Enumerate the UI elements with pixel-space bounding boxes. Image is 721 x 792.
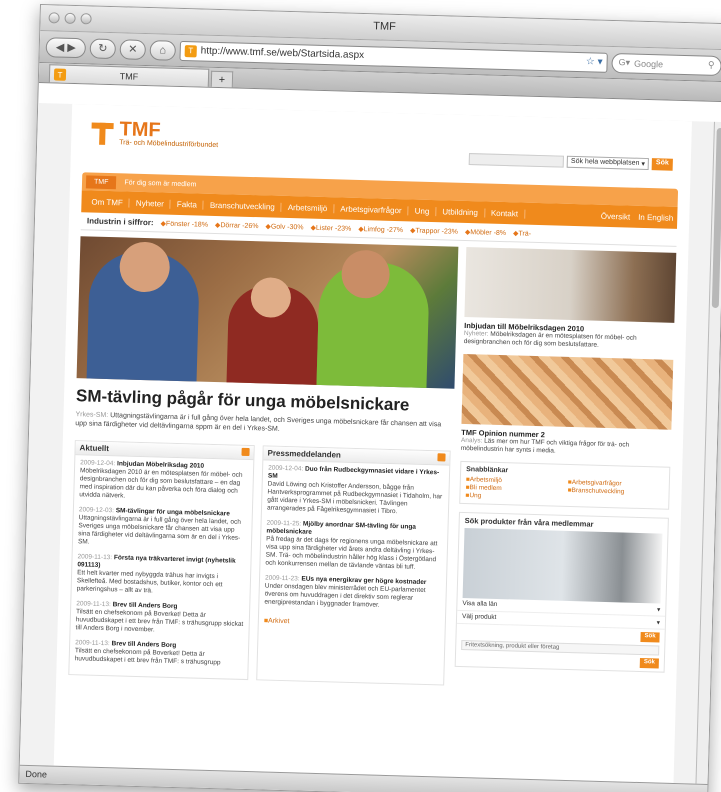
web-search-placeholder: Google (633, 58, 664, 69)
reload-icon[interactable]: ↻ (89, 37, 117, 59)
scrollbar-thumb[interactable] (711, 127, 721, 309)
rss-icon[interactable] (437, 453, 446, 462)
back-forward-buttons[interactable]: ◀ ▶ (45, 36, 87, 58)
stat-item[interactable]: Trappor -23% (410, 226, 458, 235)
nav-utbildning[interactable]: Utbildning (436, 206, 486, 218)
side-image[interactable] (464, 247, 677, 323)
browser-window: TMF ◀ ▶ ↻ ✕ ⌂ T http://www.tmf.se/web/St… (18, 4, 721, 792)
site-search-button[interactable]: Sök (651, 158, 673, 171)
nav-om-tmf[interactable]: Om TMF (85, 196, 131, 208)
bookmark-star-icon[interactable]: ☆ ▾ (586, 56, 603, 67)
quicklinks-box: Snabblänkar Arbetsmiljö Arbetsgivarfrågo… (459, 460, 671, 510)
stop-icon[interactable]: ✕ (119, 38, 147, 60)
list-item: 2009-11-23: EUs nya energikrav ger högre… (264, 574, 427, 609)
rss-icon[interactable] (241, 447, 250, 457)
web-search-field[interactable]: G▾ Google ⚲ (611, 52, 721, 76)
site-search-input[interactable] (468, 153, 565, 168)
site-favicon-icon: T (184, 44, 197, 57)
stat-item[interactable]: Limfog -27% (358, 224, 403, 234)
list-item: 2009-12-04: Inbjudan Möbelriksdag 2010 Mö… (79, 459, 243, 500)
tab-favicon-icon: T (53, 68, 67, 81)
freetext-search-button[interactable]: Sök (639, 658, 659, 669)
page-viewport: TMF Trä- och Möbelindustriförbundet Sök … (19, 102, 721, 784)
list-item: 2009-11-13: Brev till Anders Borg Tilsätt… (74, 639, 221, 667)
logo-name: TMF (119, 118, 161, 142)
product-search-button[interactable]: Sök (640, 632, 660, 643)
news-columns: Aktuellt 2009-12-04: Inbjudan Möbelriksd… (68, 440, 452, 686)
screenshot-stage: TMF ◀ ▶ ↻ ✕ ⌂ T http://www.tmf.se/web/St… (0, 0, 721, 792)
nav-nyheter[interactable]: Nyheter (129, 198, 172, 209)
product-image (462, 528, 663, 604)
tmf-logo-icon (91, 120, 114, 145)
stat-item[interactable]: Trä- (513, 229, 531, 237)
list-item: 2009-12-04: Duo från Rudbeckgymnasiet vi… (266, 464, 443, 516)
url-text: http://www.tmf.se/web/Startsida.aspx (200, 45, 365, 62)
topnav-tmf[interactable]: TMF (85, 174, 117, 189)
aktuellt-list: 2009-12-04: Inbjudan Möbelriksdag 2010 Mö… (69, 455, 253, 679)
hero-body: Uttagningstävlingarna är i full gång öve… (75, 412, 442, 433)
nav-kontakt[interactable]: Kontakt (484, 208, 526, 219)
side-card-mobelriksdagen: Inbjudan till Möbelriksdagen 2010 Nyhete… (464, 247, 677, 352)
url-bar[interactable]: T http://www.tmf.se/web/Startsida.aspx ☆… (179, 40, 608, 73)
product-search-box: Sök produkter från våra medlemmar Visa a… (454, 511, 669, 673)
chevron-down-icon: ▾ (641, 160, 646, 168)
tab-label: TMF (119, 70, 139, 82)
search-scope-select[interactable]: Sök hela webbplatsen ▾ (566, 155, 650, 171)
aktuellt-box: Aktuellt 2009-12-04: Inbjudan Möbelriksd… (68, 440, 255, 681)
tab-tmf[interactable]: T TMF (48, 64, 210, 87)
side-image[interactable] (461, 353, 674, 430)
quicklink[interactable]: Branschutveckling (568, 487, 664, 497)
list-item: 2009-11-13: Första nya träkvarteret invi… (76, 553, 236, 595)
press-list: 2009-12-04: Duo från Rudbeckgymnasiet vi… (259, 460, 449, 622)
topnav-members[interactable]: För dig som är medlem (116, 176, 204, 191)
chevron-down-icon: ▾ (656, 619, 661, 627)
logo-tagline: Trä- och Möbelindustriförbundet (119, 139, 219, 150)
list-item: 2009-11-25: Mjölby anordnar SM-tävling f… (265, 519, 438, 571)
hero-tag: Yrkes-SM: (75, 411, 109, 420)
nav-arbetsgivarfragor[interactable]: Arbetsgivarfrågor (334, 203, 409, 215)
nav-ung[interactable]: Ung (408, 205, 437, 216)
nav-branschutveckling[interactable]: Branschutveckling (203, 200, 282, 212)
new-tab-button[interactable]: + (210, 70, 234, 88)
chevron-down-icon: ▾ (656, 606, 661, 614)
quicklinks-grid: Arbetsmiljö Arbetsgivarfrågor Bli medlem… (465, 476, 664, 505)
side-card-opinion: TMF Opinion nummer 2 Analys: Läs mer om … (461, 353, 674, 459)
stat-item[interactable]: Lister -23% (310, 223, 352, 232)
main-content: SM-tävling pågår för unga möbelsnickare … (68, 236, 677, 692)
nav-oversikt[interactable]: Översikt (601, 211, 631, 221)
stat-item[interactable]: Dörrar -26% (215, 220, 259, 230)
list-item: 2009-12-03: SM-tävlingar för unga möbels… (77, 506, 241, 546)
nav-right: Översikt In English (601, 211, 674, 222)
home-icon[interactable]: ⌂ (149, 39, 177, 61)
site-search: Sök hela webbplatsen ▾ Sök (468, 153, 673, 171)
search-engine-icon[interactable]: G▾ (618, 57, 630, 68)
freetext-search-button-row: Sök (461, 653, 659, 669)
tmf-site: TMF Trä- och Möbelindustriförbundet Sök … (53, 103, 692, 783)
list-item: 2009-11-13: Brev till Anders Borg Tilsätt… (75, 600, 244, 634)
nav-fakta[interactable]: Fakta (170, 199, 205, 210)
search-icon[interactable]: ⚲ (708, 60, 715, 71)
stat-item[interactable]: Fönster -18% (160, 219, 208, 228)
nav-english[interactable]: In English (638, 212, 673, 222)
stat-item[interactable]: Golv -30% (265, 222, 304, 231)
press-box: Pressmeddelanden 2009-12-04: Duo från Ru… (256, 445, 451, 686)
site-logo[interactable]: TMF Trä- och Möbelindustriförbundet (91, 118, 219, 149)
quicklink[interactable]: Ung (465, 492, 561, 502)
hero-image[interactable] (76, 236, 459, 389)
right-column: Inbjudan till Möbelriksdagen 2010 Nyhete… (454, 247, 677, 692)
stat-item[interactable]: Möbler -8% (465, 227, 506, 237)
left-column: SM-tävling pågår för unga möbelsnickare … (68, 236, 459, 686)
nav-arbetsmiljo[interactable]: Arbetsmiljö (281, 202, 335, 213)
stats-label: Industrin i siffror: (86, 216, 154, 228)
